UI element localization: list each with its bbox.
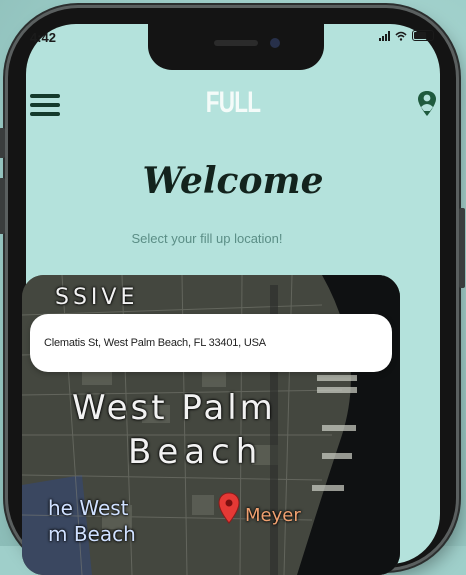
status-time: 4:42: [30, 30, 57, 45]
map-label-left-line2: m Beach: [48, 522, 136, 546]
map-label-top: SSIVE: [55, 285, 139, 310]
map-pin-icon[interactable]: [218, 492, 240, 524]
mute-switch: [0, 128, 5, 158]
app-logo: FULL: [205, 86, 261, 119]
user-pin-icon[interactable]: [416, 90, 438, 118]
wifi-icon: [395, 31, 407, 41]
notch: [148, 24, 324, 70]
address-search-field[interactable]: Clematis St, West Palm Beach, FL 33401, …: [30, 314, 392, 372]
map-label-city-line1: West Palm: [72, 388, 276, 428]
status-icons: [379, 30, 434, 41]
map-label-poi: Meyer: [245, 505, 301, 526]
battery-icon: [412, 30, 434, 41]
map-label-left-line1: he West: [48, 496, 129, 520]
hamburger-menu-icon[interactable]: [30, 94, 60, 116]
page-subtitle: Select your fill up location!: [131, 231, 283, 246]
map-label-city-line2: Beach: [128, 432, 264, 472]
page-title: Welcome: [142, 160, 324, 202]
speaker: [214, 40, 258, 46]
signal-icon: [379, 30, 390, 41]
front-camera: [270, 38, 280, 48]
power-button: [459, 208, 465, 288]
